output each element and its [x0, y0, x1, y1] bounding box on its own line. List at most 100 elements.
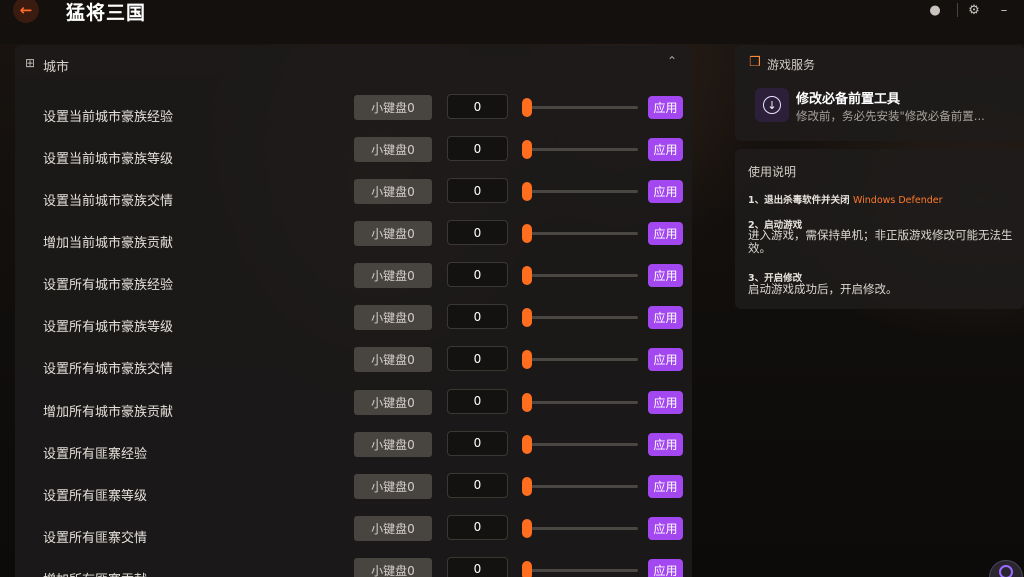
service-title: 游戏服务 — [767, 58, 816, 72]
apply-button[interactable]: 应用 — [648, 474, 683, 498]
apply-button[interactable]: 应用 — [648, 96, 683, 119]
value-input[interactable] — [447, 514, 508, 540]
download-icon: ↓ — [763, 96, 781, 114]
value-input[interactable] — [447, 94, 508, 119]
tool-description: 修改前，务必先安装"修改必备前置... — [796, 109, 985, 123]
value-slider-thumb[interactable] — [522, 182, 532, 202]
option-row: 增加所有城市豪族贡献 小键盘0 应用 — [15, 388, 692, 431]
hotkey-button[interactable]: 小键盘0 — [354, 389, 432, 415]
chevron-up-icon[interactable]: ⌃ — [667, 54, 677, 68]
value-slider-track[interactable] — [527, 316, 638, 320]
value-slider-track[interactable] — [527, 358, 638, 362]
apply-button[interactable]: 应用 — [648, 348, 683, 372]
hotkey-button[interactable]: 小键盘0 — [354, 557, 432, 577]
hotkey-button[interactable]: 小键盘0 — [354, 221, 432, 247]
option-row: 增加当前城市豪族贡献 小键盘0 应用 — [15, 220, 692, 262]
value-slider-thumb[interactable] — [522, 434, 532, 454]
hotkey-button[interactable]: 小键盘0 — [354, 473, 432, 499]
value-input[interactable] — [447, 472, 508, 498]
grid-icon: ⊞ — [25, 56, 36, 70]
value-input[interactable] — [447, 388, 508, 414]
apply-button[interactable]: 应用 — [648, 138, 683, 162]
option-row: 设置所有匪寨等级 小键盘0 应用 — [15, 472, 692, 515]
game-service-card: ❒ 游戏服务 ↓ 修改必备前置工具 修改前，务必先安装"修改必备前置... — [735, 45, 1024, 141]
value-slider-track[interactable] — [527, 484, 638, 488]
profile-icon[interactable]: ● — [926, 1, 944, 19]
tool-name[interactable]: 修改必备前置工具 — [796, 88, 900, 107]
value-slider-track[interactable] — [527, 274, 638, 278]
hotkey-button[interactable]: 小键盘0 — [354, 431, 432, 457]
value-input[interactable] — [447, 556, 508, 577]
value-input[interactable] — [447, 430, 508, 456]
apply-button[interactable]: 应用 — [648, 264, 683, 288]
value-slider-thumb[interactable] — [522, 266, 532, 286]
option-label: 设置所有匪寨经验 — [43, 446, 148, 462]
value-input[interactable] — [447, 346, 508, 372]
option-label: 设置所有城市豪族等级 — [43, 320, 174, 336]
value-slider-track[interactable] — [527, 442, 638, 446]
apply-button[interactable]: 应用 — [648, 180, 683, 204]
title-bar-divider — [957, 3, 958, 17]
value-slider-track[interactable] — [527, 148, 638, 152]
apply-button[interactable]: 应用 — [648, 390, 683, 414]
option-label: 设置所有匪寨等级 — [43, 488, 148, 504]
value-slider-track[interactable] — [527, 526, 638, 530]
section-header-city[interactable]: ⊞ 城市 ⌃ — [15, 45, 692, 83]
apply-button[interactable]: 应用 — [648, 222, 683, 246]
windows-defender-label: Windows Defender — [852, 195, 943, 206]
option-label: 设置所有城市豪族交情 — [43, 362, 174, 378]
minimize-icon[interactable]: – — [995, 1, 1013, 19]
option-row: 设置所有城市豪族经验 小键盘0 应用 — [15, 262, 692, 304]
value-input[interactable] — [447, 304, 508, 330]
value-slider-track[interactable] — [527, 568, 638, 572]
back-button[interactable]: ← — [13, 0, 39, 23]
value-slider-thumb[interactable] — [522, 350, 532, 370]
value-slider-thumb[interactable] — [522, 308, 532, 328]
back-arrow-icon: ← — [19, 1, 33, 19]
hotkey-button[interactable]: 小键盘0 — [354, 305, 432, 331]
value-slider-track[interactable] — [527, 190, 638, 194]
section-title: 城市 — [43, 60, 70, 75]
hotkey-button[interactable]: 小键盘0 — [354, 347, 432, 373]
hotkey-button[interactable]: 小键盘0 — [354, 137, 432, 163]
title-bar: ← 猛将三国 ● ⚙ – — [0, 0, 1024, 44]
value-input[interactable] — [447, 178, 508, 204]
value-slider-thumb[interactable] — [522, 140, 532, 160]
value-slider-track[interactable] — [527, 106, 638, 109]
option-label: 设置当前城市豪族经验 — [43, 110, 174, 125]
cheat-options-panel: ⊞ 城市 ⌃ 设置当前城市豪族经验小键盘0应用设置当前城市豪族等级小键盘0应用设… — [15, 45, 692, 577]
hotkey-button[interactable]: 小键盘0 — [354, 95, 432, 120]
value-slider-thumb[interactable] — [522, 98, 532, 117]
tool-download-button[interactable]: ↓ — [755, 88, 789, 122]
option-label: 设置所有城市豪族经验 — [43, 278, 174, 294]
value-slider-track[interactable] — [527, 232, 638, 236]
option-row: 设置当前城市豪族交情 小键盘0 应用 — [15, 178, 692, 220]
option-label: 设置所有匪寨交情 — [43, 530, 148, 546]
settings-icon[interactable]: ⚙ — [965, 1, 983, 19]
package-icon: ❒ — [749, 55, 761, 70]
value-slider-track[interactable] — [527, 400, 638, 404]
hotkey-button[interactable]: 小键盘0 — [354, 263, 432, 289]
step-1-title: 1、退出杀毒软件并关闭 — [748, 195, 850, 206]
step-2-text: 进入游戏，需保持单机；非正版游戏修改可能无法生效。 — [748, 228, 1013, 255]
value-slider-thumb[interactable] — [522, 224, 532, 244]
value-slider-thumb[interactable] — [522, 518, 532, 538]
step-1: 1、退出杀毒软件并关闭 Windows Defender — [748, 192, 943, 206]
value-slider-thumb[interactable] — [522, 476, 532, 496]
value-input[interactable] — [447, 262, 508, 288]
value-slider-thumb[interactable] — [522, 392, 532, 412]
value-input[interactable] — [447, 136, 508, 162]
hotkey-button[interactable]: 小键盘0 — [354, 179, 432, 205]
option-row: 设置所有城市豪族等级 小键盘0 应用 — [15, 304, 692, 346]
hotkey-button[interactable]: 小键盘0 — [354, 515, 432, 541]
chat-icon — [999, 565, 1013, 577]
apply-button[interactable]: 应用 — [648, 558, 683, 577]
apply-button[interactable]: 应用 — [648, 306, 683, 330]
apply-button[interactable]: 应用 — [648, 432, 683, 456]
value-slider-thumb[interactable] — [522, 560, 532, 577]
apply-button[interactable]: 应用 — [648, 516, 683, 540]
option-row: 设置所有匪寨交情 小键盘0 应用 — [15, 514, 692, 557]
value-input[interactable] — [447, 220, 508, 246]
option-row: 设置所有城市豪族交情 小键盘0 应用 — [15, 346, 692, 388]
instructions-card: 使用说明 1、退出杀毒软件并关闭 Windows Defender 2、启动游戏… — [735, 149, 1024, 309]
